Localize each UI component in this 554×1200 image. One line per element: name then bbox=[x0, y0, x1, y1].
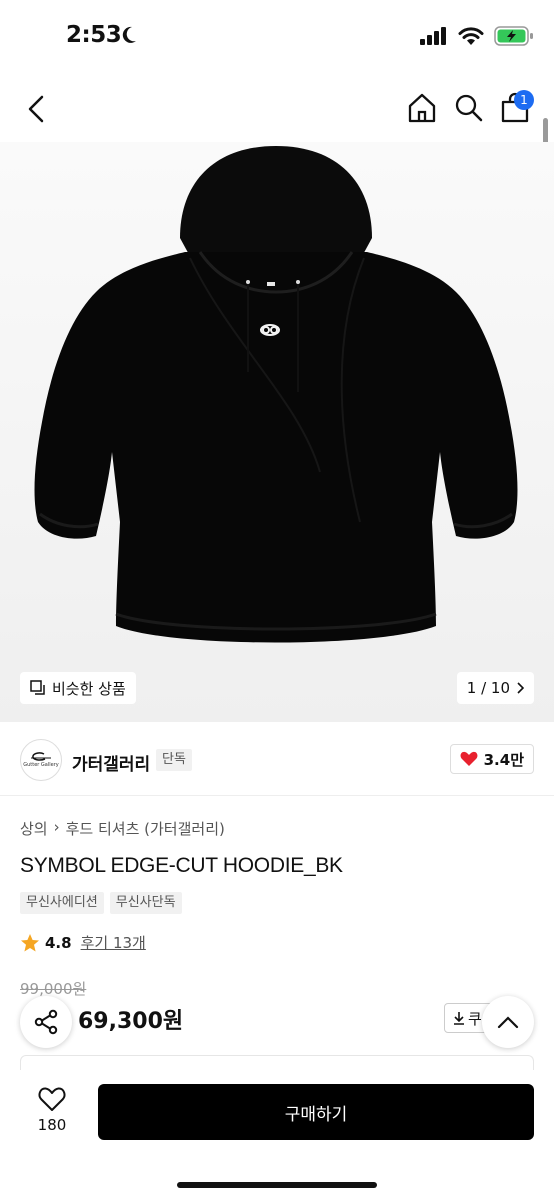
tag-musinsa-exclusive: 무신사단독 bbox=[109, 892, 182, 914]
similar-items-icon bbox=[30, 680, 45, 695]
breadcrumb-item-subcategory[interactable]: 후드 티셔츠 (가터갤러리) bbox=[66, 818, 225, 839]
wishlist-button[interactable]: 180 bbox=[24, 1086, 80, 1134]
status-icons bbox=[420, 26, 534, 46]
brand-logo-text: Gutter Gallery bbox=[23, 762, 59, 768]
similar-products-label: 비슷한 상품 bbox=[52, 679, 126, 698]
download-icon bbox=[454, 1012, 464, 1025]
home-icon[interactable] bbox=[406, 92, 438, 124]
star-icon bbox=[21, 933, 39, 951]
similar-products-button[interactable]: 비슷한 상품 bbox=[20, 672, 136, 704]
product-image-hoodie bbox=[34, 146, 518, 643]
signal-icon bbox=[420, 27, 446, 45]
status-bar: 2:53 bbox=[0, 0, 554, 70]
share-icon bbox=[34, 1009, 58, 1035]
moon-icon bbox=[122, 26, 136, 43]
sale-price: 69,300원 bbox=[78, 1009, 184, 1034]
brand-exclusive-tag: 단독 bbox=[156, 749, 192, 771]
breadcrumb-separator-icon: › bbox=[53, 818, 60, 836]
brand-logo[interactable]: Gutter Gallery bbox=[20, 739, 62, 781]
coupon-label: 쿠 bbox=[468, 1009, 482, 1028]
search-icon[interactable] bbox=[454, 93, 484, 123]
share-button[interactable] bbox=[20, 996, 72, 1048]
brand-name[interactable]: 가터갤러리 bbox=[72, 750, 150, 775]
breadcrumb-item-category[interactable]: 상의 bbox=[20, 818, 48, 839]
brand-like-count: 3.4만 bbox=[483, 750, 524, 769]
bottom-purchase-bar: 180 구매하기 bbox=[0, 1070, 554, 1200]
back-icon[interactable] bbox=[22, 94, 52, 124]
image-counter[interactable]: 1 / 10 bbox=[456, 672, 534, 704]
brand-like-button[interactable]: 3.4만 bbox=[449, 744, 534, 774]
tag-musinsa-edition: 무신사에디션 bbox=[20, 892, 104, 914]
breadcrumb: 상의 › 후드 티셔츠 (가터갤러리) bbox=[20, 818, 225, 839]
status-time: 2:53 bbox=[66, 22, 122, 48]
battery-charging-icon bbox=[494, 26, 533, 46]
product-tags: 무신사에디션 무신사단독 bbox=[20, 892, 182, 914]
chevron-right-icon bbox=[517, 682, 524, 694]
chevron-up-icon bbox=[497, 1016, 519, 1029]
buy-button[interactable]: 구매하기 bbox=[98, 1084, 534, 1140]
wishlist-count: 180 bbox=[37, 1116, 67, 1134]
original-price: 99,000원 bbox=[20, 980, 87, 998]
brand-logo-mark bbox=[31, 752, 51, 761]
home-indicator bbox=[177, 1182, 377, 1188]
top-nav bbox=[0, 70, 554, 145]
product-title: SYMBOL EDGE-CUT HOODIE_BK bbox=[20, 854, 343, 877]
product-image-gallery[interactable]: 비슷한 상품 1 / 10 bbox=[0, 142, 554, 722]
wifi-icon bbox=[458, 26, 484, 45]
rating: 4.8 후기 13개 bbox=[20, 932, 146, 953]
image-counter-text: 1 / 10 bbox=[466, 679, 510, 697]
cart-count-badge: 1 bbox=[514, 90, 534, 110]
scroll-top-button[interactable] bbox=[482, 996, 534, 1048]
brand-row: Gutter Gallery 가터갤러리 단독 3.4만 bbox=[0, 722, 554, 796]
heart-filled-icon bbox=[460, 751, 478, 766]
rating-score: 4.8 bbox=[45, 933, 72, 952]
review-count-link[interactable]: 후기 13개 bbox=[81, 932, 146, 953]
heart-outline-icon bbox=[38, 1087, 66, 1111]
